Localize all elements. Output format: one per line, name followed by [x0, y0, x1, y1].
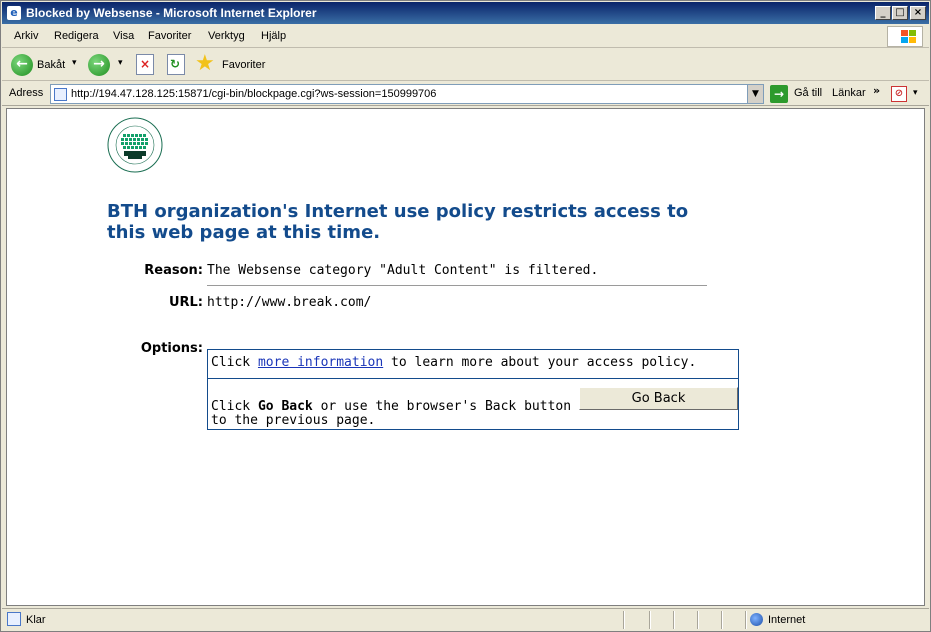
option-more-info-row: Click more information to learn more abo… — [208, 350, 738, 379]
status-divider — [745, 611, 747, 629]
windows-logo-icon — [887, 26, 923, 47]
back-arrow-icon[interactable]: ← — [11, 54, 33, 76]
url-value: http://www.break.com/ — [207, 295, 372, 310]
page-icon — [54, 88, 67, 101]
favorites-star-icon[interactable]: ★ — [195, 52, 215, 76]
maximize-button[interactable]: □ — [892, 6, 908, 20]
menu-bar: Arkiv Redigera Visa Favoriter Verktyg Hj… — [2, 25, 929, 48]
refresh-icon[interactable]: ↻ — [167, 54, 185, 75]
address-bar: Adress http://194.47.128.125:15871/cgi-b… — [2, 82, 929, 106]
menu-verktyg[interactable]: Verktyg — [208, 30, 245, 42]
toolbar-extension-icon[interactable]: ⊘ — [891, 86, 907, 102]
option1-prefix: Click — [211, 355, 258, 370]
options-label: Options: — [140, 341, 203, 356]
forward-arrow-icon[interactable]: → — [88, 54, 110, 76]
reason-label: Reason: — [144, 263, 203, 278]
divider — [207, 285, 707, 286]
page-headline: BTH organization's Internet use policy r… — [107, 201, 689, 243]
internet-globe-icon — [750, 613, 763, 626]
option-more-info-text: Click more information to learn more abo… — [211, 355, 696, 370]
standard-toolbar: ← Bakåt ▾ → ▾ × ↻ ★ Favoriter — [2, 49, 929, 81]
back-button-label[interactable]: Bakåt — [37, 59, 65, 71]
bth-logo — [107, 117, 163, 173]
status-text: Klar — [26, 614, 46, 626]
status-divider — [673, 611, 675, 629]
status-divider — [697, 611, 699, 629]
go-button-label[interactable]: Gå till — [794, 87, 822, 99]
menu-visa[interactable]: Visa — [113, 30, 134, 42]
title-bar: e Blocked by Websense - Microsoft Intern… — [2, 2, 929, 24]
go-arrow-icon[interactable]: → — [770, 85, 788, 103]
links-label[interactable]: Länkar — [832, 87, 866, 99]
chevron-right-icon[interactable]: » — [873, 84, 880, 97]
option2-prefix: Click — [211, 399, 258, 414]
status-divider — [721, 611, 723, 629]
address-dropdown-icon[interactable]: ▼ — [747, 85, 763, 103]
status-divider — [649, 611, 651, 629]
menu-hjalp[interactable]: Hjälp — [261, 30, 286, 42]
option2-bold: Go Back — [257, 399, 313, 414]
extension-dropdown-icon[interactable]: ▾ — [913, 88, 918, 98]
option-go-back-text-line2: to the previous page. — [211, 413, 376, 428]
menu-favoriter[interactable]: Favoriter — [148, 30, 191, 42]
address-input[interactable]: http://194.47.128.125:15871/cgi-bin/bloc… — [50, 84, 764, 104]
stop-icon[interactable]: × — [136, 54, 154, 75]
back-dropdown-icon[interactable]: ▾ — [72, 58, 77, 68]
option1-suffix: to learn more about your access policy. — [383, 355, 697, 370]
url-label: URL: — [168, 295, 203, 310]
window-title: Blocked by Websense - Microsoft Internet… — [26, 6, 317, 20]
favorites-button-label[interactable]: Favoriter — [222, 59, 265, 71]
page-status-icon — [7, 612, 21, 626]
menu-redigera[interactable]: Redigera — [54, 30, 99, 42]
close-button[interactable]: × — [910, 6, 926, 20]
go-back-button[interactable]: Go Back — [579, 387, 738, 410]
options-box: Click more information to learn more abo… — [207, 349, 739, 430]
status-bar: Klar Internet — [2, 608, 929, 630]
page-content: BTH organization's Internet use policy r… — [6, 108, 925, 606]
more-information-link[interactable]: more information — [258, 355, 383, 370]
address-label: Adress — [9, 87, 44, 99]
zone-text: Internet — [768, 614, 806, 626]
reason-value: The Websense category "Adult Content" is… — [207, 263, 599, 278]
menu-arkiv[interactable]: Arkiv — [14, 30, 38, 42]
ie-icon: e — [7, 6, 21, 20]
forward-dropdown-icon[interactable]: ▾ — [118, 58, 123, 68]
minimize-button[interactable]: _ — [875, 6, 891, 20]
address-url[interactable]: http://194.47.128.125:15871/cgi-bin/bloc… — [71, 88, 436, 100]
browser-window: e Blocked by Websense - Microsoft Intern… — [0, 0, 931, 632]
status-divider — [623, 611, 625, 629]
